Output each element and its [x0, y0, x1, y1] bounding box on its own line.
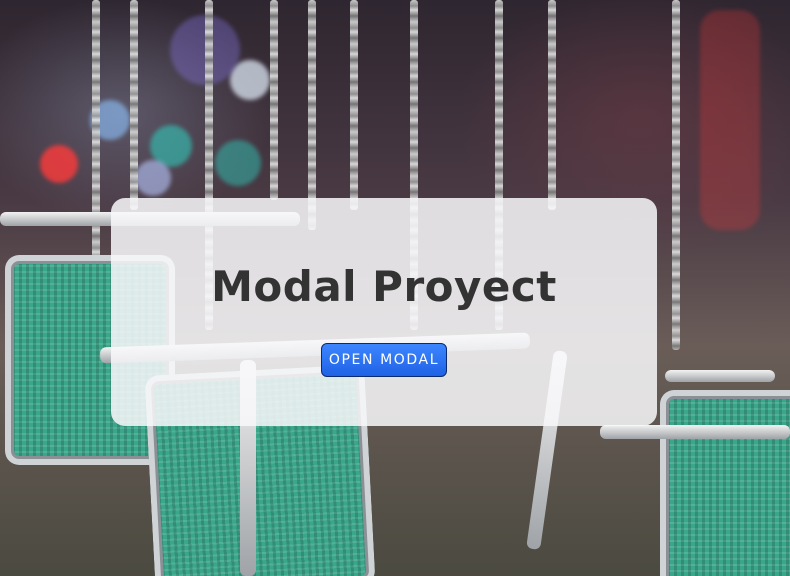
bokeh-light — [135, 160, 171, 196]
swing-bar — [600, 425, 790, 439]
swing-bar — [665, 370, 775, 382]
swing-chain — [308, 0, 316, 230]
swing-chain — [548, 0, 556, 210]
swing-chain — [672, 0, 680, 350]
bokeh-light — [700, 10, 760, 230]
open-modal-button[interactable]: OPEN MODAL — [320, 343, 448, 377]
swing-chain — [92, 0, 100, 270]
modal-launcher-panel: Modal Proyect OPEN MODAL — [111, 198, 657, 426]
bokeh-light — [40, 145, 78, 183]
swing-chain — [350, 0, 358, 210]
page-title: Modal Proyect — [211, 262, 557, 311]
swing-seat — [660, 390, 790, 576]
bokeh-light — [215, 140, 261, 186]
swing-chain — [270, 0, 278, 200]
swing-chain — [130, 0, 138, 210]
